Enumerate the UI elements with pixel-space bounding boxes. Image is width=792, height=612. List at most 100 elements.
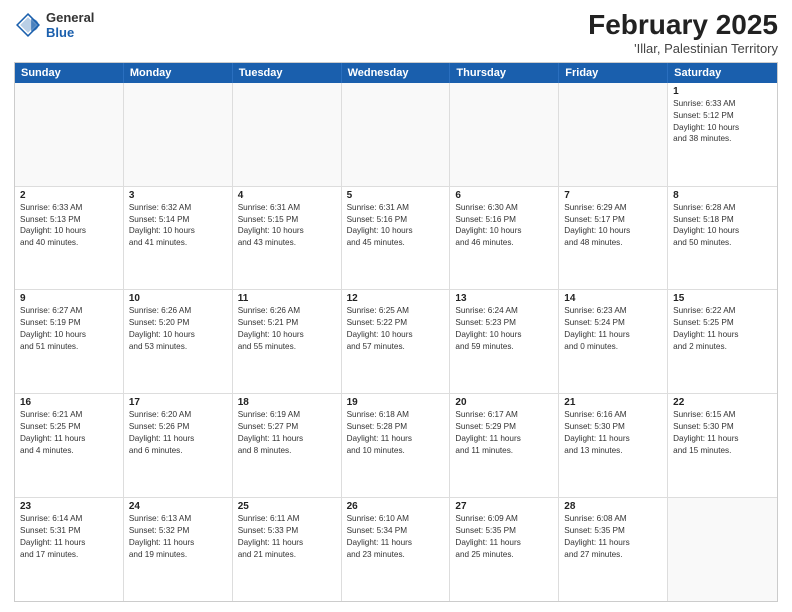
calendar-body: 1Sunrise: 6:33 AM Sunset: 5:12 PM Daylig… (15, 83, 777, 601)
day-info: Sunrise: 6:13 AM Sunset: 5:32 PM Dayligh… (129, 513, 227, 561)
calendar-cell-w4-d7: 22Sunrise: 6:15 AM Sunset: 5:30 PM Dayli… (668, 394, 777, 497)
day-number: 26 (347, 501, 445, 512)
day-number: 13 (455, 293, 553, 304)
calendar-cell-w3-d6: 14Sunrise: 6:23 AM Sunset: 5:24 PM Dayli… (559, 290, 668, 393)
main-title: February 2025 (588, 10, 778, 41)
logo: General Blue (14, 10, 94, 40)
day-info: Sunrise: 6:30 AM Sunset: 5:16 PM Dayligh… (455, 202, 553, 250)
day-info: Sunrise: 6:16 AM Sunset: 5:30 PM Dayligh… (564, 409, 662, 457)
header: General Blue February 2025 'Illar, Pales… (14, 10, 778, 56)
calendar-cell-w1-d2 (124, 83, 233, 186)
calendar-cell-w3-d3: 11Sunrise: 6:26 AM Sunset: 5:21 PM Dayli… (233, 290, 342, 393)
header-monday: Monday (124, 63, 233, 83)
calendar-cell-w1-d6 (559, 83, 668, 186)
day-info: Sunrise: 6:31 AM Sunset: 5:16 PM Dayligh… (347, 202, 445, 250)
day-number: 10 (129, 293, 227, 304)
calendar-cell-w3-d1: 9Sunrise: 6:27 AM Sunset: 5:19 PM Daylig… (15, 290, 124, 393)
calendar-cell-w5-d5: 27Sunrise: 6:09 AM Sunset: 5:35 PM Dayli… (450, 498, 559, 601)
day-info: Sunrise: 6:32 AM Sunset: 5:14 PM Dayligh… (129, 202, 227, 250)
day-number: 17 (129, 397, 227, 408)
logo-icon (14, 11, 42, 39)
day-number: 4 (238, 190, 336, 201)
calendar-cell-w3-d4: 12Sunrise: 6:25 AM Sunset: 5:22 PM Dayli… (342, 290, 451, 393)
calendar-cell-w5-d1: 23Sunrise: 6:14 AM Sunset: 5:31 PM Dayli… (15, 498, 124, 601)
day-info: Sunrise: 6:26 AM Sunset: 5:21 PM Dayligh… (238, 305, 336, 353)
day-info: Sunrise: 6:09 AM Sunset: 5:35 PM Dayligh… (455, 513, 553, 561)
calendar-cell-w5-d2: 24Sunrise: 6:13 AM Sunset: 5:32 PM Dayli… (124, 498, 233, 601)
day-info: Sunrise: 6:22 AM Sunset: 5:25 PM Dayligh… (673, 305, 772, 353)
day-number: 8 (673, 190, 772, 201)
day-info: Sunrise: 6:18 AM Sunset: 5:28 PM Dayligh… (347, 409, 445, 457)
day-info: Sunrise: 6:23 AM Sunset: 5:24 PM Dayligh… (564, 305, 662, 353)
day-number: 11 (238, 293, 336, 304)
day-info: Sunrise: 6:21 AM Sunset: 5:25 PM Dayligh… (20, 409, 118, 457)
calendar-cell-w5-d3: 25Sunrise: 6:11 AM Sunset: 5:33 PM Dayli… (233, 498, 342, 601)
header-wednesday: Wednesday (342, 63, 451, 83)
calendar-cell-w2-d3: 4Sunrise: 6:31 AM Sunset: 5:15 PM Daylig… (233, 187, 342, 290)
logo-blue: Blue (46, 25, 94, 40)
day-number: 22 (673, 397, 772, 408)
calendar-row-4: 16Sunrise: 6:21 AM Sunset: 5:25 PM Dayli… (15, 394, 777, 498)
day-info: Sunrise: 6:27 AM Sunset: 5:19 PM Dayligh… (20, 305, 118, 353)
calendar-cell-w2-d5: 6Sunrise: 6:30 AM Sunset: 5:16 PM Daylig… (450, 187, 559, 290)
day-number: 15 (673, 293, 772, 304)
calendar-cell-w4-d2: 17Sunrise: 6:20 AM Sunset: 5:26 PM Dayli… (124, 394, 233, 497)
day-number: 21 (564, 397, 662, 408)
title-area: February 2025 'Illar, Palestinian Territ… (588, 10, 778, 56)
header-sunday: Sunday (15, 63, 124, 83)
calendar-cell-w1-d1 (15, 83, 124, 186)
calendar-cell-w5-d4: 26Sunrise: 6:10 AM Sunset: 5:34 PM Dayli… (342, 498, 451, 601)
calendar-cell-w3-d7: 15Sunrise: 6:22 AM Sunset: 5:25 PM Dayli… (668, 290, 777, 393)
day-number: 28 (564, 501, 662, 512)
day-info: Sunrise: 6:33 AM Sunset: 5:12 PM Dayligh… (673, 98, 772, 146)
day-info: Sunrise: 6:17 AM Sunset: 5:29 PM Dayligh… (455, 409, 553, 457)
day-info: Sunrise: 6:31 AM Sunset: 5:15 PM Dayligh… (238, 202, 336, 250)
day-number: 6 (455, 190, 553, 201)
day-number: 14 (564, 293, 662, 304)
calendar-cell-w2-d2: 3Sunrise: 6:32 AM Sunset: 5:14 PM Daylig… (124, 187, 233, 290)
header-tuesday: Tuesday (233, 63, 342, 83)
calendar-cell-w4-d5: 20Sunrise: 6:17 AM Sunset: 5:29 PM Dayli… (450, 394, 559, 497)
calendar: Sunday Monday Tuesday Wednesday Thursday… (14, 62, 778, 602)
calendar-cell-w2-d4: 5Sunrise: 6:31 AM Sunset: 5:16 PM Daylig… (342, 187, 451, 290)
day-info: Sunrise: 6:08 AM Sunset: 5:35 PM Dayligh… (564, 513, 662, 561)
day-number: 27 (455, 501, 553, 512)
calendar-cell-w4-d4: 19Sunrise: 6:18 AM Sunset: 5:28 PM Dayli… (342, 394, 451, 497)
calendar-cell-w2-d7: 8Sunrise: 6:28 AM Sunset: 5:18 PM Daylig… (668, 187, 777, 290)
calendar-row-1: 1Sunrise: 6:33 AM Sunset: 5:12 PM Daylig… (15, 83, 777, 187)
day-info: Sunrise: 6:24 AM Sunset: 5:23 PM Dayligh… (455, 305, 553, 353)
day-number: 16 (20, 397, 118, 408)
day-number: 25 (238, 501, 336, 512)
day-number: 18 (238, 397, 336, 408)
logo-general: General (46, 10, 94, 25)
calendar-cell-w5-d6: 28Sunrise: 6:08 AM Sunset: 5:35 PM Dayli… (559, 498, 668, 601)
header-saturday: Saturday (668, 63, 777, 83)
calendar-cell-w1-d3 (233, 83, 342, 186)
day-number: 1 (673, 86, 772, 97)
day-info: Sunrise: 6:29 AM Sunset: 5:17 PM Dayligh… (564, 202, 662, 250)
calendar-cell-w5-d7 (668, 498, 777, 601)
calendar-cell-w4-d1: 16Sunrise: 6:21 AM Sunset: 5:25 PM Dayli… (15, 394, 124, 497)
calendar-cell-w2-d6: 7Sunrise: 6:29 AM Sunset: 5:17 PM Daylig… (559, 187, 668, 290)
day-info: Sunrise: 6:28 AM Sunset: 5:18 PM Dayligh… (673, 202, 772, 250)
day-number: 23 (20, 501, 118, 512)
calendar-cell-w1-d5 (450, 83, 559, 186)
page: General Blue February 2025 'Illar, Pales… (0, 0, 792, 612)
header-thursday: Thursday (450, 63, 559, 83)
day-number: 2 (20, 190, 118, 201)
day-number: 24 (129, 501, 227, 512)
calendar-cell-w4-d3: 18Sunrise: 6:19 AM Sunset: 5:27 PM Dayli… (233, 394, 342, 497)
day-number: 19 (347, 397, 445, 408)
day-info: Sunrise: 6:10 AM Sunset: 5:34 PM Dayligh… (347, 513, 445, 561)
day-info: Sunrise: 6:33 AM Sunset: 5:13 PM Dayligh… (20, 202, 118, 250)
calendar-cell-w4-d6: 21Sunrise: 6:16 AM Sunset: 5:30 PM Dayli… (559, 394, 668, 497)
day-info: Sunrise: 6:19 AM Sunset: 5:27 PM Dayligh… (238, 409, 336, 457)
day-number: 5 (347, 190, 445, 201)
day-number: 12 (347, 293, 445, 304)
day-number: 9 (20, 293, 118, 304)
subtitle: 'Illar, Palestinian Territory (588, 41, 778, 56)
calendar-row-3: 9Sunrise: 6:27 AM Sunset: 5:19 PM Daylig… (15, 290, 777, 394)
calendar-cell-w1-d4 (342, 83, 451, 186)
calendar-cell-w3-d5: 13Sunrise: 6:24 AM Sunset: 5:23 PM Dayli… (450, 290, 559, 393)
calendar-header: Sunday Monday Tuesday Wednesday Thursday… (15, 63, 777, 83)
